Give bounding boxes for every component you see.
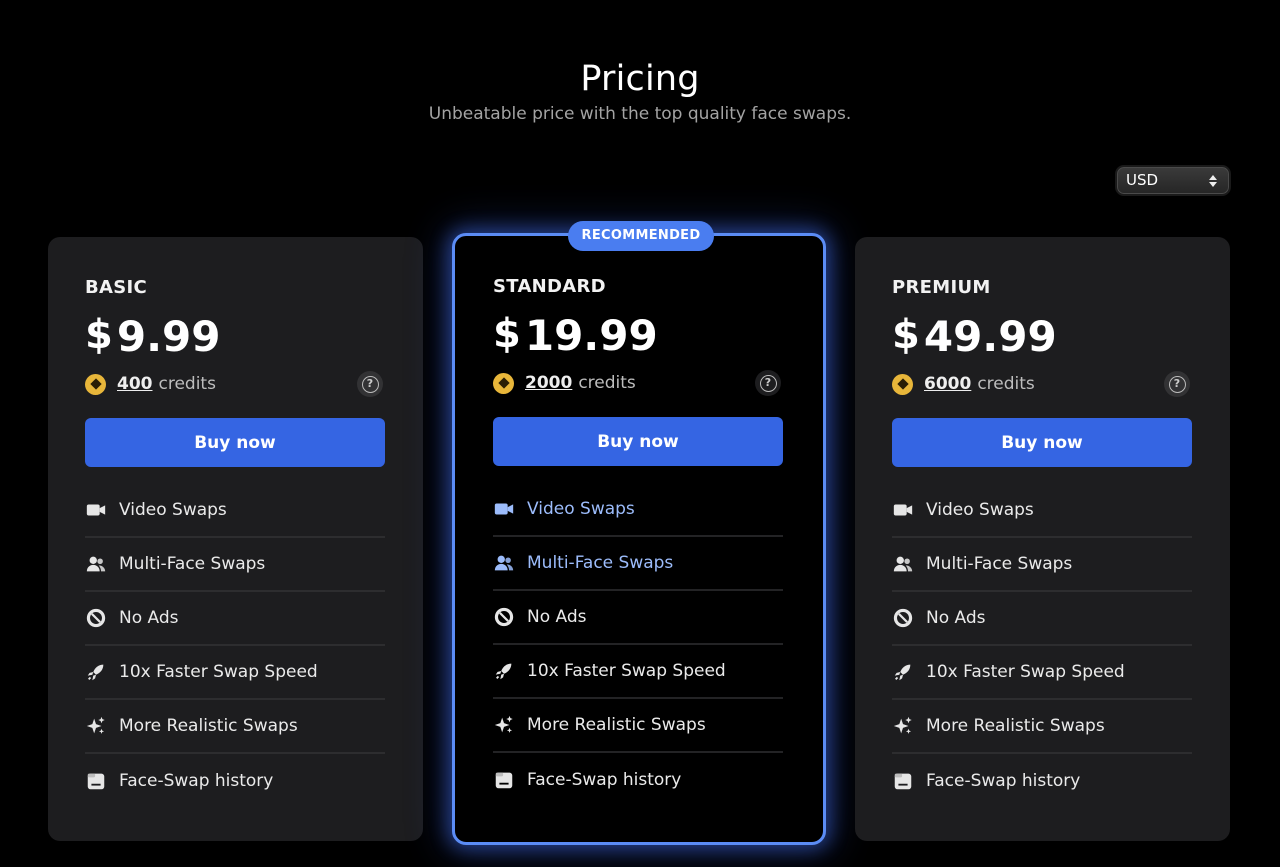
credits-label: credits: [977, 374, 1035, 394]
feature-item: No Ads: [85, 592, 385, 646]
plan-card-premium: PREMIUM $ 49.99 6000 credits ? Buy now V…: [855, 237, 1230, 841]
buy-now-button[interactable]: Buy now: [493, 417, 783, 466]
users-icon: [493, 552, 515, 574]
credits-amount[interactable]: 400: [117, 374, 153, 394]
rocket-icon: [85, 661, 107, 683]
buy-now-button[interactable]: Buy now: [892, 418, 1192, 467]
video-camera-icon: [493, 498, 515, 520]
feature-label: Video Swaps: [119, 500, 227, 520]
feature-list: Video Swaps Multi-Face Swaps No Ads 10x …: [892, 484, 1192, 808]
feature-label: No Ads: [926, 608, 986, 628]
feature-item: Video Swaps: [85, 484, 385, 538]
history-folder-icon: [85, 770, 107, 792]
feature-label: 10x Faster Swap Speed: [119, 662, 318, 682]
page-title: Pricing: [580, 59, 700, 99]
feature-label: Video Swaps: [926, 500, 1034, 520]
price-amount: 19.99: [524, 311, 658, 360]
recommended-badge: RECOMMENDED: [568, 221, 714, 251]
coin-icon: [493, 372, 514, 394]
credits-amount[interactable]: 2000: [525, 373, 572, 393]
users-icon: [892, 553, 914, 575]
plan-name: PREMIUM: [892, 277, 991, 298]
rocket-icon: [892, 661, 914, 683]
feature-item: Face-Swap history: [892, 754, 1192, 808]
feature-item: Face-Swap history: [493, 753, 783, 807]
credits-label: credits: [578, 373, 636, 393]
no-ads-icon: [892, 607, 914, 629]
plan-name: STANDARD: [493, 276, 606, 297]
plan-price: $ 49.99: [892, 312, 1192, 362]
coin-icon: [892, 373, 913, 395]
currency-symbol: $: [85, 312, 113, 358]
feature-item: More Realistic Swaps: [493, 699, 783, 753]
currency-symbol: $: [493, 311, 521, 357]
credits-row: 6000 credits ?: [892, 370, 1192, 398]
feature-item: No Ads: [892, 592, 1192, 646]
feature-label: 10x Faster Swap Speed: [926, 662, 1125, 682]
currency-select[interactable]: USD: [1117, 167, 1229, 194]
feature-label: Face-Swap history: [527, 770, 682, 790]
currency-symbol: $: [892, 312, 920, 358]
feature-item: 10x Faster Swap Speed: [493, 645, 783, 699]
sparkles-icon: [892, 715, 914, 737]
sparkles-icon: [493, 714, 515, 736]
feature-label: Video Swaps: [527, 499, 635, 519]
feature-label: 10x Faster Swap Speed: [527, 661, 726, 681]
feature-list: Video Swaps Multi-Face Swaps No Ads 10x …: [85, 484, 385, 808]
coin-icon: [85, 373, 106, 395]
feature-item: Multi-Face Swaps: [493, 537, 783, 591]
plan-card-standard: RECOMMENDED STANDARD $ 19.99 2000 credit…: [452, 221, 826, 845]
feature-item: 10x Faster Swap Speed: [85, 646, 385, 700]
credits-row: 2000 credits ?: [493, 369, 783, 397]
help-icon[interactable]: ?: [755, 370, 781, 396]
feature-label: No Ads: [527, 607, 587, 627]
feature-label: Multi-Face Swaps: [119, 554, 266, 574]
page-subtitle: Unbeatable price with the top quality fa…: [428, 104, 852, 124]
sparkles-icon: [85, 715, 107, 737]
video-camera-icon: [85, 499, 107, 521]
feature-item: Video Swaps: [892, 484, 1192, 538]
feature-label: Face-Swap history: [119, 771, 274, 791]
feature-item: More Realistic Swaps: [892, 700, 1192, 754]
help-icon[interactable]: ?: [1164, 371, 1190, 397]
plan-name: BASIC: [85, 277, 148, 298]
history-folder-icon: [892, 770, 914, 792]
plan-card-basic: BASIC $ 9.99 400 credits ? Buy now Video…: [48, 237, 423, 841]
feature-item: Video Swaps: [493, 483, 783, 537]
plan-price: $ 9.99: [85, 312, 385, 362]
feature-list: Video Swaps Multi-Face Swaps No Ads 10x …: [493, 483, 783, 807]
pricing-header: Pricing Unbeatable price with the top qu…: [0, 58, 1280, 126]
plan-price: $ 19.99: [493, 311, 783, 361]
video-camera-icon: [892, 499, 914, 521]
help-icon[interactable]: ?: [357, 371, 383, 397]
credits-amount[interactable]: 6000: [924, 374, 971, 394]
feature-label: More Realistic Swaps: [119, 716, 298, 736]
feature-label: Multi-Face Swaps: [926, 554, 1073, 574]
feature-item: Multi-Face Swaps: [892, 538, 1192, 592]
feature-label: More Realistic Swaps: [926, 716, 1105, 736]
buy-now-button[interactable]: Buy now: [85, 418, 385, 467]
feature-label: More Realistic Swaps: [527, 715, 706, 735]
feature-item: Multi-Face Swaps: [85, 538, 385, 592]
feature-label: No Ads: [119, 608, 179, 628]
rocket-icon: [493, 660, 515, 682]
feature-item: More Realistic Swaps: [85, 700, 385, 754]
feature-item: No Ads: [493, 591, 783, 645]
select-arrows-icon: [1208, 172, 1218, 190]
price-amount: 9.99: [116, 312, 221, 361]
credits-row: 400 credits ?: [85, 370, 385, 398]
no-ads-icon: [85, 607, 107, 629]
users-icon: [85, 553, 107, 575]
price-amount: 49.99: [923, 312, 1057, 361]
feature-label: Face-Swap history: [926, 771, 1081, 791]
feature-item: Face-Swap history: [85, 754, 385, 808]
history-folder-icon: [493, 769, 515, 791]
feature-item: 10x Faster Swap Speed: [892, 646, 1192, 700]
currency-value: USD: [1126, 171, 1159, 189]
feature-label: Multi-Face Swaps: [527, 553, 674, 573]
credits-label: credits: [158, 374, 216, 394]
no-ads-icon: [493, 606, 515, 628]
